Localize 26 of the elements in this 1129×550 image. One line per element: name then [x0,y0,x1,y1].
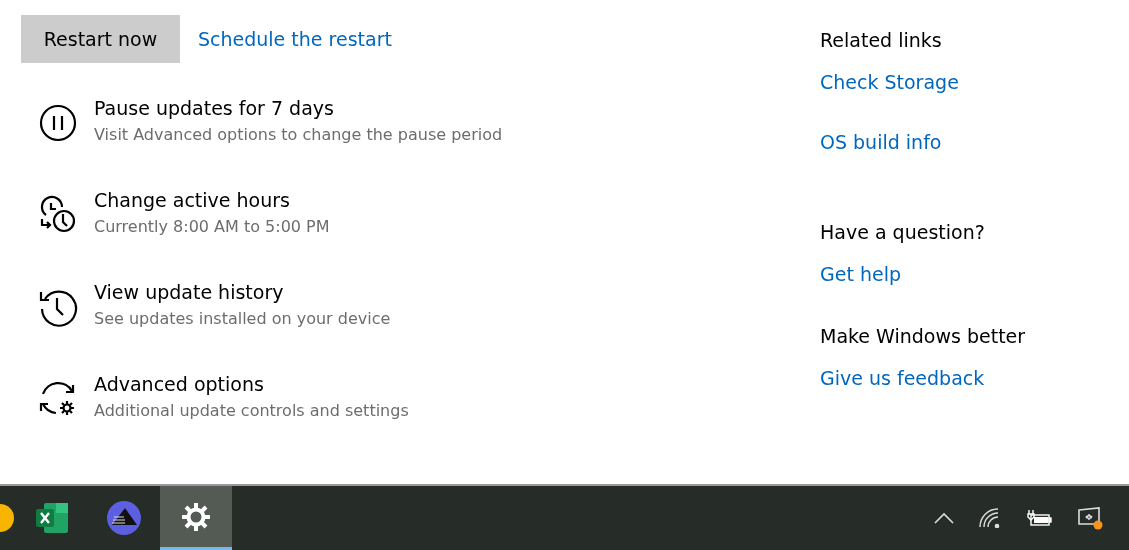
spreadsheet-icon [34,500,70,536]
notification-screen-icon[interactable] [1077,506,1103,530]
pause-icon [38,103,78,143]
sidebar-link[interactable]: Check Storage [820,68,959,96]
option-description: Currently 8:00 AM to 5:00 PM [94,216,330,238]
option-title[interactable]: Advanced options [94,371,409,397]
section-heading: Make Windows better [820,324,1026,349]
section-heading: Related links [820,28,942,53]
sidebar-link[interactable]: OS build info [820,128,942,156]
option-title[interactable]: Change active hours [94,187,330,213]
caret-icon[interactable] [934,512,954,524]
section-heading: Have a question? [820,220,985,245]
option-title[interactable]: View update history [94,279,391,305]
option-description: Visit Advanced options to change the pause period [94,124,503,146]
taskbar-button[interactable] [160,486,232,550]
sidebar-link[interactable]: Give us feedback [820,364,985,392]
battery-icon[interactable] [1026,510,1052,526]
clocks-icon [38,195,78,235]
schedule-link[interactable]: Schedule the restart [198,28,392,50]
option-title[interactable]: Pause updates for 7 days [94,95,503,121]
wifi-icon[interactable] [979,508,1001,528]
option-description: See updates installed on your device [94,308,391,330]
pyramid-icon [106,500,142,536]
restart-button[interactable]: Restart now [21,15,180,63]
option-description: Additional update controls and settings [94,400,409,422]
sidebar-link[interactable]: Get help [820,260,901,288]
